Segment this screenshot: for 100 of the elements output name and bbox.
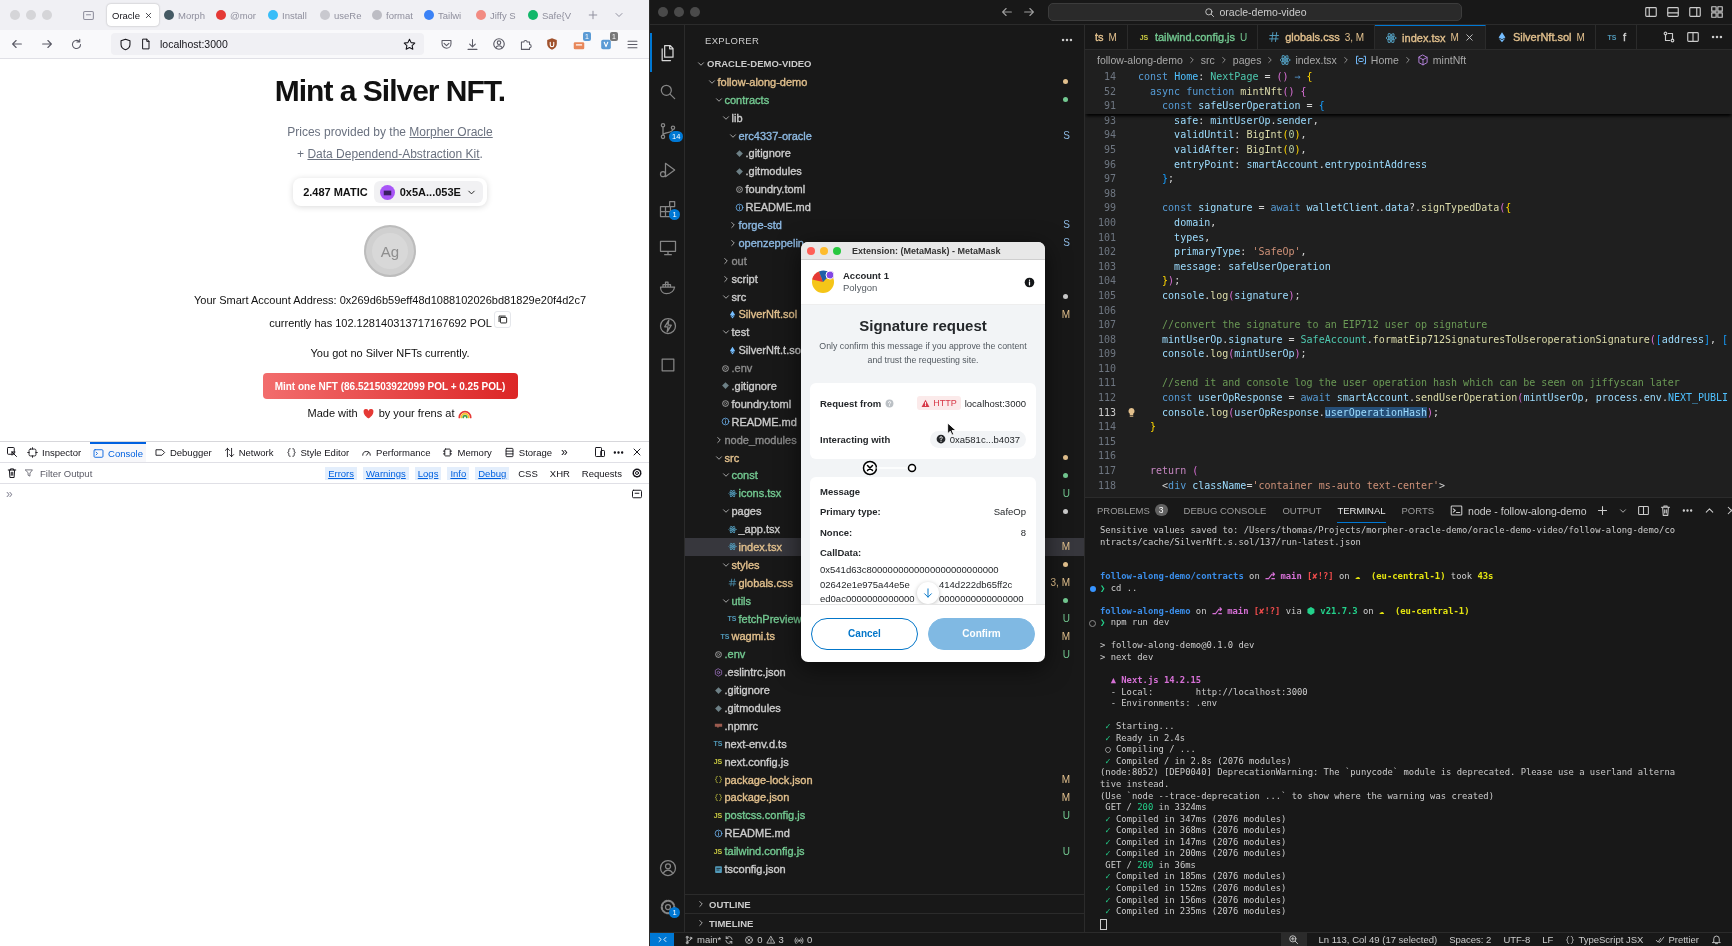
page-title: Mint a Silver NFT.	[274, 73, 506, 109]
code-line: validAfter: BigInt(0),	[1173, 142, 1307, 157]
item-label: README.md	[724, 827, 790, 840]
line-number: 118	[1096, 478, 1116, 493]
address-text: Your Smart Account Address: 0x269d6b59eff48d1088102026bd81829e20f4d2c7	[193, 293, 587, 307]
item-label: _app.tsx	[738, 523, 781, 536]
git-status: S	[1063, 130, 1070, 141]
item-label: next-env.d.ts	[724, 737, 787, 750]
line-number: 96	[1102, 157, 1116, 172]
item-label: lib	[731, 111, 743, 124]
item-label: SilverNft.sol	[738, 308, 798, 321]
item-label: README.md	[731, 415, 797, 428]
item-label: .gitmodules	[745, 165, 802, 178]
git-status: S	[1063, 219, 1070, 231]
credits-text: Prices provided by the Morpher Oracle	[287, 124, 493, 141]
line-number: 98	[1102, 186, 1116, 201]
field-label: CallData:	[820, 547, 862, 559]
line-number: 99	[1102, 201, 1116, 216]
terminal-line: GET / 200 in 3324ms	[1104, 802, 1207, 814]
section-title: Message	[820, 485, 861, 497]
terminal-line: ✓ Compiled in 200ms (2076 modules)	[1104, 848, 1287, 860]
origin-text: localhost:3000	[964, 397, 1026, 409]
item-label: package-lock.json	[724, 773, 813, 786]
git-status: U	[1062, 845, 1070, 857]
item-label: globals.css	[738, 576, 793, 589]
field-label: Primary type:	[820, 506, 881, 518]
line-number: 100	[1096, 215, 1116, 230]
code-line: return (	[1149, 464, 1199, 479]
field-value: 8	[1020, 526, 1026, 538]
code-line: };	[1161, 172, 1175, 187]
item-label: index.tsx	[738, 541, 782, 553]
line-number: 97	[1102, 172, 1116, 187]
item-label: styles	[731, 558, 760, 571]
line-number: 115	[1096, 434, 1116, 449]
item-label: .eslintrc.json	[724, 666, 786, 679]
code-line: message: safeUserOperation	[1173, 259, 1331, 274]
terminal-line: (node:8052) [DEP0040] DeprecationWarning: The `punycode` module is deprecated. Please use a userland alterna	[1100, 767, 1676, 780]
calldata-text: 0000000000000000	[939, 592, 1024, 604]
terminal-line: ✓ Compiled in 347ms (2076 modules)	[1104, 813, 1287, 826]
item-label: .gitignore	[731, 379, 777, 392]
line-number: 111	[1096, 376, 1116, 391]
item-label: out	[731, 254, 747, 267]
item-label: src	[724, 451, 740, 464]
footer-text: Made with	[307, 407, 358, 419]
code-line: const Home: NextPage = () ⇒ {	[1138, 70, 1313, 84]
terminal-line: follow-along-demo/contracts on ⎇ main [✘!?] on ☁ (eu-central-1) took 43s	[1100, 571, 1494, 583]
line-number: 14	[1102, 70, 1116, 84]
terminal-line: (Use `node --trace-deprecation ...` to show where the warning was created)	[1100, 790, 1494, 803]
item-label: erc4337-oracle	[738, 129, 812, 142]
line-number: 91	[1102, 99, 1116, 114]
item-label: foundry.toml	[745, 183, 806, 196]
terminal-line: ✓ Compiled in 147ms (2076 modules)	[1104, 836, 1287, 849]
line-number: 106	[1096, 303, 1116, 318]
item-label: postcss.config.js	[724, 809, 806, 822]
code-line: console.log(mintUserOp);	[1161, 347, 1307, 362]
terminal-line: Sensitive values saved to: /Users/thomas/Projects/morpher-oracle-demo/oracle-demo-video/follow-along-demo/co	[1100, 525, 1676, 537]
tab-label: SilverNft.sol	[1512, 31, 1572, 43]
item-label: SilverNft.t.so	[738, 344, 801, 357]
git-status: M	[1061, 308, 1070, 320]
terminal-line: follow-along-demo on ⎇ main [✘!?] via ⬢ v21.7.3 on ☁ (eu-central-1)	[1100, 605, 1470, 618]
http-badge: HTTP	[917, 396, 961, 410]
wallet-balance: 2.487 MATIC	[303, 186, 368, 198]
git-status: U	[1062, 809, 1070, 821]
item-label: icons.tsx	[738, 487, 782, 500]
git-status: U	[1062, 648, 1070, 660]
item-label: test	[731, 326, 750, 339]
item-label: README.md	[745, 201, 811, 214]
terminal-line: ○ Compiling / ...	[1104, 744, 1196, 756]
code-line: domain,	[1173, 215, 1217, 230]
field-label: Nonce:	[820, 526, 853, 538]
terminal-line: ✓ Starting...	[1104, 721, 1175, 733]
code-line: safe: mintUserOp.sender,	[1173, 113, 1319, 128]
line-number: 112	[1096, 391, 1116, 406]
code-line: types,	[1173, 230, 1211, 245]
dialog-description: Only confirm this message if you approve the content and trust the requesting site.	[818, 340, 1028, 367]
terminal-line: ▲ Next.js 14.2.15	[1109, 675, 1202, 687]
code-line: <div className='container ms-auto text-center'>	[1161, 478, 1446, 493]
item-label: foundry.toml	[731, 397, 792, 410]
item-label: follow-along-demo	[717, 75, 808, 88]
git-status: M	[1108, 31, 1117, 43]
git-status: U	[1062, 613, 1070, 625]
item-label: pages	[731, 505, 762, 518]
calldata-text: 414d222db65ff2c	[939, 577, 1013, 592]
line-number: 101	[1096, 230, 1116, 245]
git-status: S	[1063, 237, 1070, 249]
tab-label: globals.css	[1285, 31, 1340, 43]
terminal-line: ✓ Compiled in 156ms (2076 modules)	[1104, 894, 1287, 907]
terminal-line: > follow-along-demo@0.1.0 dev	[1100, 640, 1255, 652]
code-line: //convert the signature to an EIP712 user op signature	[1161, 318, 1488, 333]
terminal-line: ✓ Compiled in 152ms (2076 modules)	[1104, 882, 1287, 895]
item-label: package.json	[724, 791, 790, 804]
tab-label: ts	[1095, 31, 1104, 43]
calldata-text: 0x541d63c8000000000000000000000000	[820, 563, 999, 577]
item-label: .gitmodules	[724, 702, 781, 714]
code-line: });	[1161, 274, 1181, 289]
item-label: next.config.js	[724, 755, 789, 768]
terminal-line: ✓ Compiled / in 2.8s (2076 modules)	[1104, 755, 1292, 768]
code-line: mintUserOp.signature = SafeAccount.formatEip712SignaturesToUseroperationSignature([address], [	[1161, 332, 1729, 347]
line-number: 52	[1102, 84, 1116, 99]
code-line: const userOpResponse = await smartAccount.sendUserOperation(mintUserOp, process.env.NEXT_PUBLI	[1161, 391, 1729, 406]
